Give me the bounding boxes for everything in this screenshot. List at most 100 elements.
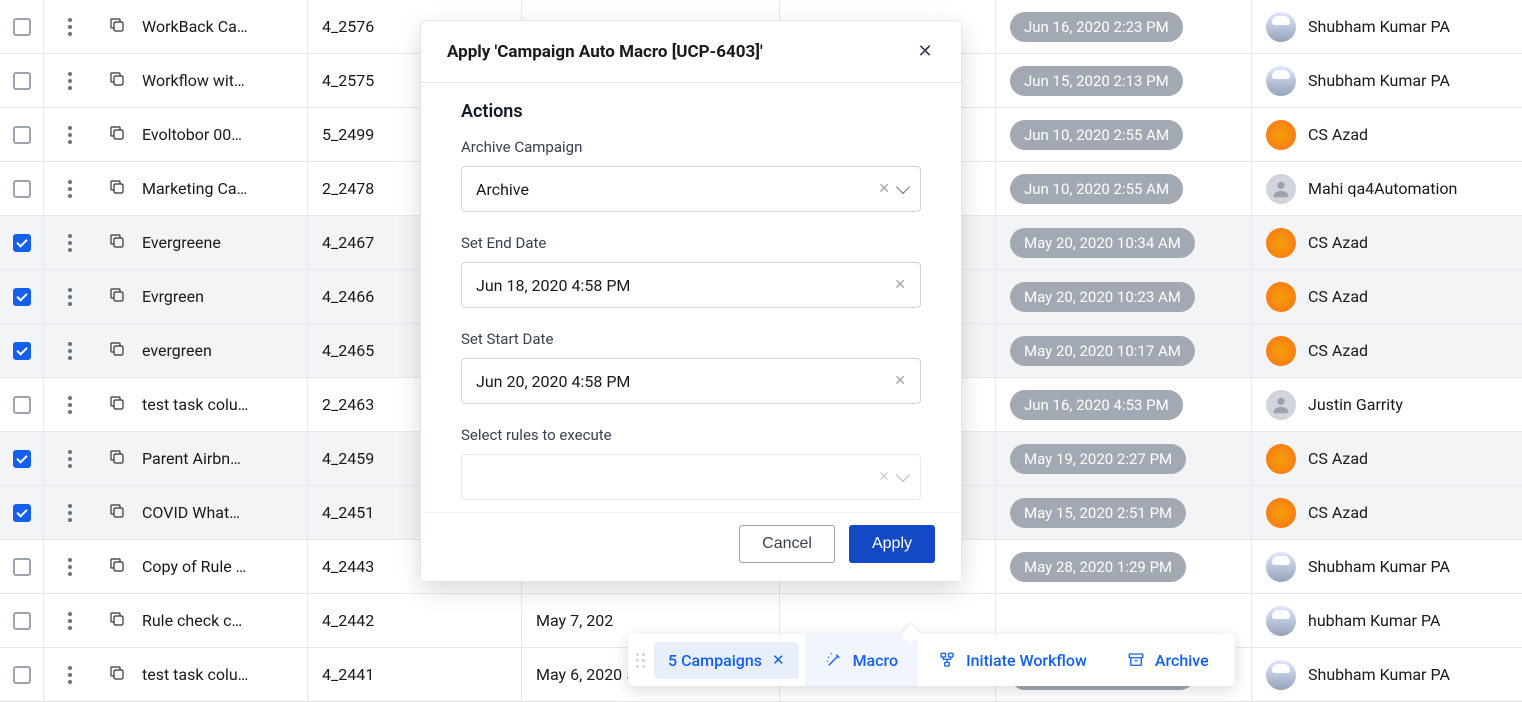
copy-icon[interactable] [108,178,126,200]
avatar [1266,390,1296,420]
row-checkbox[interactable] [13,288,31,306]
avatar [1266,336,1296,366]
owner-name: CS Azad [1308,233,1368,252]
kebab-icon[interactable] [68,342,72,360]
clear-selection-icon[interactable]: ✕ [772,651,785,669]
copy-icon[interactable] [108,448,126,470]
kebab-icon[interactable] [68,666,72,684]
kebab-icon[interactable] [68,612,72,630]
copy-icon[interactable] [108,340,126,362]
copy-icon[interactable] [108,124,126,146]
row-checkbox[interactable] [13,558,31,576]
clear-icon[interactable]: ✕ [878,181,890,197]
macro-label: Macro [853,651,899,670]
row-checkbox[interactable] [13,612,31,630]
avatar [1266,66,1296,96]
chevron-down-icon [896,468,910,482]
owner-name: hubham Kumar PA [1308,611,1440,630]
archive-campaign-select[interactable]: Archive ✕ [461,166,921,212]
date-pill: May 15, 2020 2:51 PM [1010,498,1186,528]
kebab-icon[interactable] [68,450,72,468]
select-rules-select[interactable]: ✕ [461,454,921,500]
date-pill: Jun 16, 2020 4:53 PM [1010,390,1183,420]
clear-icon[interactable]: ✕ [878,469,890,485]
campaign-name[interactable]: test task colu… [138,648,308,701]
end-date-value: Jun 18, 2020 4:58 PM [476,276,630,295]
row-checkbox[interactable] [13,666,31,684]
copy-icon[interactable] [108,394,126,416]
row-checkbox[interactable] [13,72,31,90]
macro-button[interactable]: Macro [805,634,919,686]
kebab-icon[interactable] [68,18,72,36]
initiate-workflow-button[interactable]: Initiate Workflow [918,634,1107,686]
campaign-name[interactable]: test task colu… [138,378,308,431]
kebab-icon[interactable] [68,288,72,306]
campaign-name[interactable]: Copy of Rule … [138,540,308,593]
campaign-name[interactable]: Evrgreen [138,270,308,323]
copy-icon[interactable] [108,664,126,686]
kebab-icon[interactable] [68,72,72,90]
kebab-icon[interactable] [68,558,72,576]
date-pill: Jun 15, 2020 2:13 PM [1010,66,1183,96]
apply-macro-modal: Apply 'Campaign Auto Macro [UCP-6403]' ✕… [420,20,962,582]
avatar [1266,174,1296,204]
campaign-name[interactable]: Marketing Ca… [138,162,308,215]
copy-icon[interactable] [108,70,126,92]
clear-icon[interactable]: ✕ [894,277,906,293]
drag-handle-icon[interactable] [628,653,652,668]
copy-icon[interactable] [108,502,126,524]
owner-name: Shubham Kumar PA [1308,665,1450,684]
row-checkbox[interactable] [13,504,31,522]
campaign-name[interactable]: WorkBack Ca… [138,0,308,53]
kebab-icon[interactable] [68,396,72,414]
clear-icon[interactable]: ✕ [894,373,906,389]
copy-icon[interactable] [108,610,126,632]
avatar [1266,228,1296,258]
avatar [1266,120,1296,150]
apply-button[interactable]: Apply [849,525,935,563]
copy-icon[interactable] [108,286,126,308]
workflow-label: Initiate Workflow [966,651,1087,670]
campaign-name[interactable]: Evergreene [138,216,308,269]
row-checkbox[interactable] [13,18,31,36]
owner-name: Shubham Kumar PA [1308,71,1450,90]
copy-icon[interactable] [108,556,126,578]
row-checkbox[interactable] [13,234,31,252]
copy-icon[interactable] [108,16,126,38]
chevron-down-icon [896,180,910,194]
start-date-input[interactable]: Jun 20, 2020 4:58 PM ✕ [461,358,921,404]
modal-title: Apply 'Campaign Auto Macro [UCP-6403]' [447,42,763,62]
avatar [1266,498,1296,528]
owner-name: CS Azad [1308,503,1368,522]
campaign-name[interactable]: Evoltobor 00… [138,108,308,161]
copy-icon[interactable] [108,232,126,254]
selection-count-chip: 5 Campaigns ✕ [654,642,799,679]
campaign-name[interactable]: COVID What… [138,486,308,539]
avatar [1266,444,1296,474]
date-pill: May 20, 2020 10:34 AM [1010,228,1195,258]
campaign-name[interactable]: Workflow wit… [138,54,308,107]
kebab-icon[interactable] [68,180,72,198]
kebab-icon[interactable] [68,504,72,522]
row-checkbox[interactable] [13,180,31,198]
actions-heading: Actions [461,101,921,122]
campaign-id: 4_2441 [308,648,522,701]
kebab-icon[interactable] [68,126,72,144]
archive-button[interactable]: Archive [1107,634,1235,686]
archive-campaign-value: Archive [476,180,529,199]
campaign-name[interactable]: Rule check c… [138,594,308,647]
kebab-icon[interactable] [68,234,72,252]
row-checkbox[interactable] [13,396,31,414]
archive-campaign-label: Archive Campaign [461,138,921,156]
close-icon[interactable]: ✕ [915,41,935,62]
cancel-button[interactable]: Cancel [739,525,835,563]
archive-icon [1127,651,1145,669]
end-date-input[interactable]: Jun 18, 2020 4:58 PM ✕ [461,262,921,308]
campaign-name[interactable]: evergreen [138,324,308,377]
avatar [1266,660,1296,690]
row-checkbox[interactable] [13,126,31,144]
campaign-name[interactable]: Parent Airbn… [138,432,308,485]
row-checkbox[interactable] [13,342,31,360]
owner-name: Mahi qa4Automation [1308,179,1457,198]
row-checkbox[interactable] [13,450,31,468]
